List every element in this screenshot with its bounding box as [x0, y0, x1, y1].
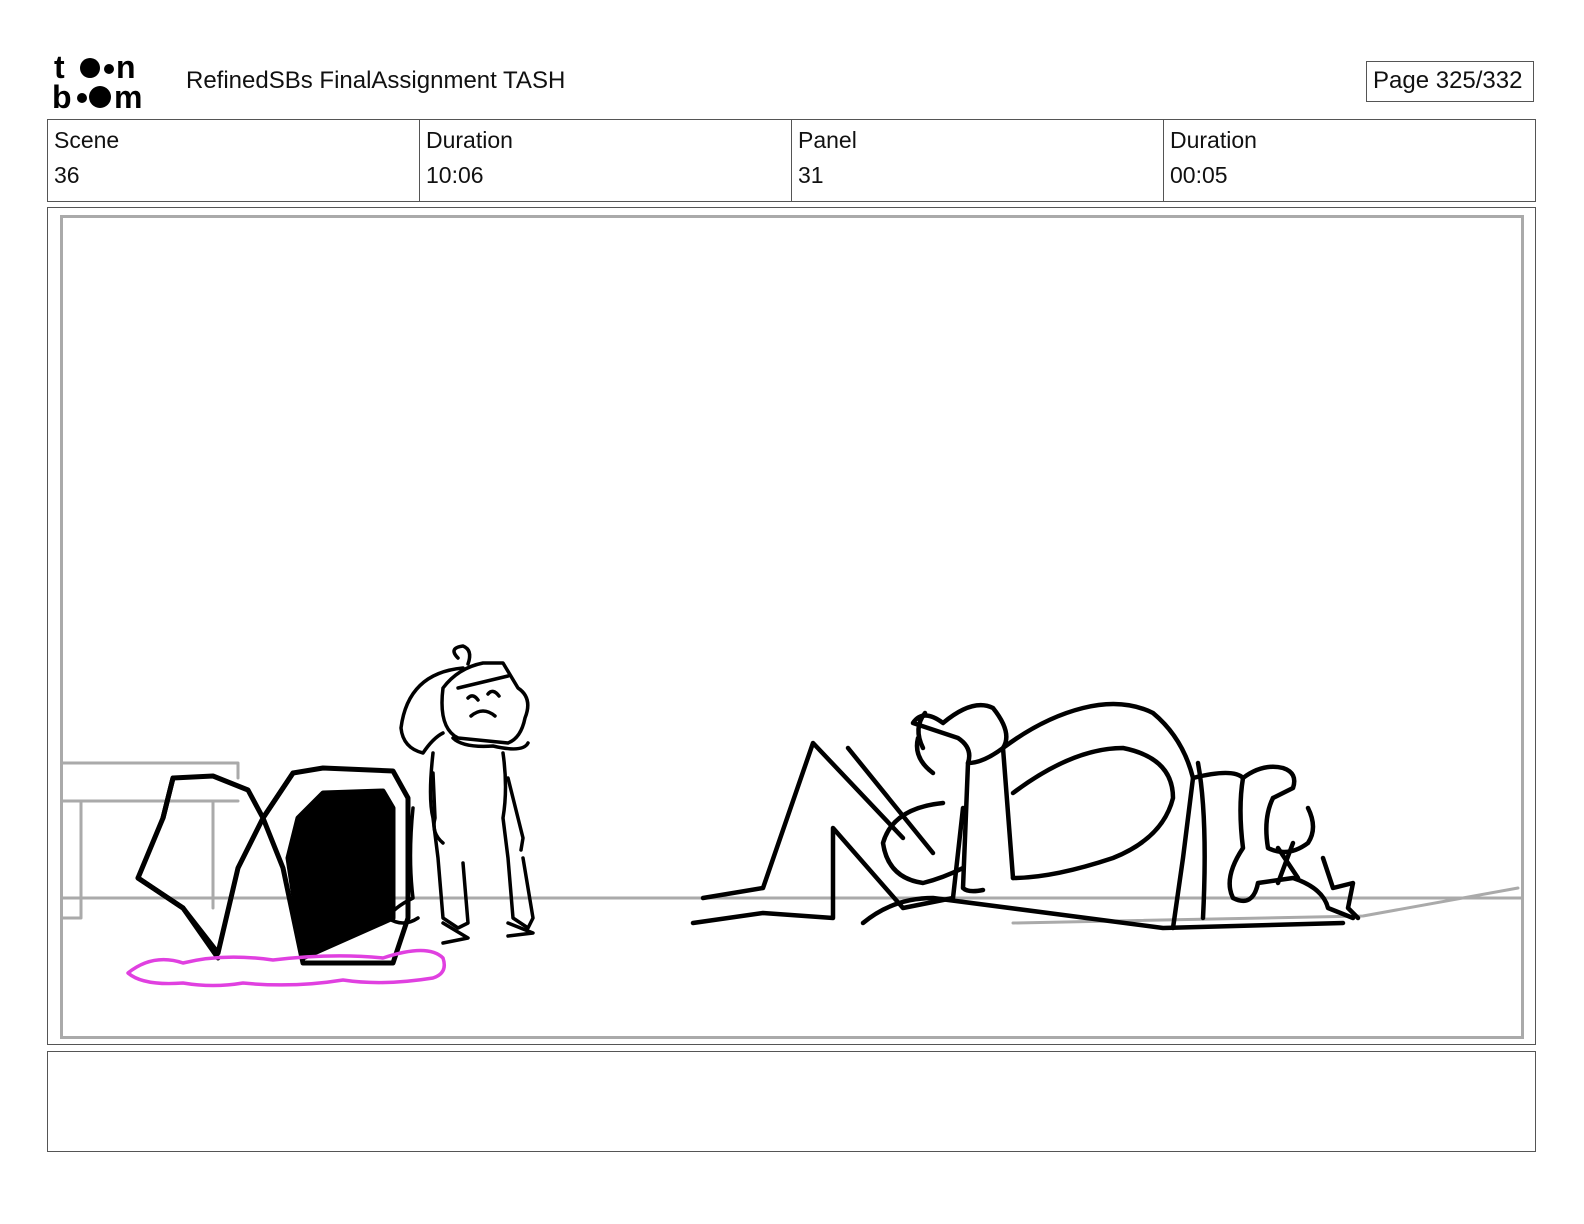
- scene-info-table: Scene 36 Duration 10:06 Panel 31 Duratio…: [47, 119, 1536, 202]
- scene-label: Scene: [54, 127, 120, 153]
- svg-text:b: b: [52, 79, 72, 112]
- page-indicator: Page 325/332: [1366, 61, 1534, 102]
- panel-value: 31: [798, 162, 824, 188]
- panel-duration-value: 00:05: [1170, 162, 1228, 188]
- toon-boom-logo: t n b m: [52, 49, 164, 115]
- scene-value: 36: [54, 162, 80, 188]
- panel-label: Panel: [798, 127, 857, 153]
- scene-duration-cell: Duration 10:06: [420, 120, 792, 201]
- scene-duration-label: Duration: [426, 127, 513, 153]
- panel-duration-cell: Duration 00:05: [1164, 120, 1535, 201]
- svg-text:m: m: [114, 79, 142, 112]
- large-creature-sketch: [690, 701, 1361, 931]
- storyboard-panel-frame: [47, 207, 1536, 1045]
- scene-cell: Scene 36: [48, 120, 420, 201]
- scene-duration-value: 10:06: [426, 162, 484, 188]
- document-title: RefinedSBs FinalAssignment TASH: [186, 67, 566, 94]
- panel-notes-box: [47, 1051, 1536, 1152]
- coffin-sketch: [135, 765, 411, 966]
- storyboard-panel-image: [60, 215, 1524, 1039]
- panel-duration-label: Duration: [1170, 127, 1257, 153]
- panel-cell: Panel 31: [792, 120, 1164, 201]
